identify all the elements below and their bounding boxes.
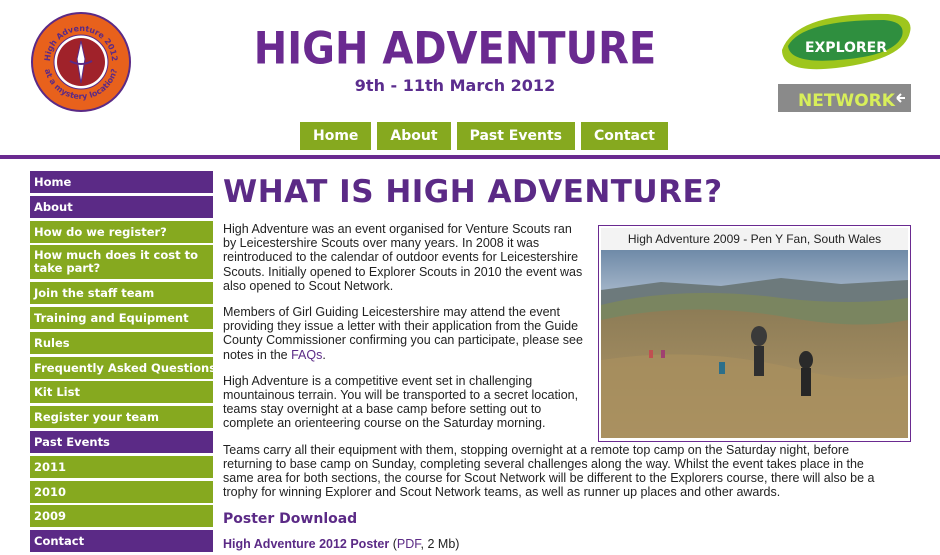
sidebar-item-register-team[interactable]: Register your team	[30, 406, 213, 429]
network-logo-text: NETWORK	[798, 91, 896, 111]
competition-paragraph: High Adventure is a competitive event se…	[223, 373, 579, 431]
sidebar-item-cost[interactable]: How much does it cost to take part?	[30, 245, 213, 280]
nav-past-events-button[interactable]: Past Events	[456, 122, 575, 150]
guiding-paragraph: Members of Girl Guiding Leicestershire m…	[223, 305, 588, 362]
sidebar-item-2009[interactable]: 2009	[30, 505, 213, 528]
faqs-link[interactable]: FAQs	[291, 348, 322, 362]
sidebar-item-home[interactable]: Home	[30, 171, 213, 193]
sidebar-item-2011[interactable]: 2011	[30, 455, 213, 478]
site-title: HIGH ADVENTURE	[253, 23, 657, 75]
title-block: HIGH ADVENTURE 9th - 11th March 2012	[240, 22, 670, 95]
sidebar-item-how-register[interactable]: How do we register?	[30, 220, 213, 243]
sidebar-item-training-equipment[interactable]: Training and Equipment	[30, 306, 213, 329]
high-adventure-badge[interactable]: High Adventure 2012 at a mystery locatio…	[30, 11, 132, 113]
sidebar-item-staff-team[interactable]: Join the staff team	[30, 282, 213, 305]
explorer-network-logo[interactable]: EXPLORER NETWORK	[776, 10, 916, 112]
sidebar-item-contact[interactable]: Contact	[30, 530, 213, 553]
poster-size: , 2 Mb)	[420, 537, 460, 552]
sidebar-item-past-events[interactable]: Past Events	[30, 430, 213, 453]
header-divider	[0, 155, 940, 159]
sidebar-item-about[interactable]: About	[30, 195, 213, 218]
event-dates: 9th - 11th March 2012	[354, 76, 556, 95]
guiding-text-end: .	[322, 347, 326, 362]
poster-download-heading: Poster Download	[223, 511, 358, 528]
photo-frame: High Adventure 2009 - Pen Y Fan, South W…	[598, 225, 911, 442]
poster-pdf-link[interactable]: PDF	[397, 537, 421, 551]
site-header: High Adventure 2012 at a mystery locatio…	[0, 0, 940, 156]
top-navigation: Home About Past Events Contact	[300, 122, 668, 150]
photo-caption: High Adventure 2009 - Pen Y Fan, South W…	[601, 228, 908, 250]
intro-paragraph: High Adventure was an event organised fo…	[223, 222, 583, 293]
sidebar-item-kit-list[interactable]: Kit List	[30, 381, 213, 404]
hikers-photo	[601, 250, 908, 438]
guiding-text: Members of Girl Guiding Leicestershire m…	[223, 305, 583, 362]
sidebar-item-rules[interactable]: Rules	[30, 331, 213, 354]
sidebar-item-faq[interactable]: Frequently Asked Questions	[30, 356, 213, 379]
nav-home-button[interactable]: Home	[300, 122, 372, 150]
explorer-logo-text: EXPLORER	[805, 40, 887, 56]
sidebar-item-2010[interactable]: 2010	[30, 480, 213, 503]
poster-link[interactable]: High Adventure 2012 Poster	[223, 537, 389, 551]
nav-about-button[interactable]: About	[377, 122, 451, 150]
nav-contact-button[interactable]: Contact	[580, 122, 668, 150]
poster-download-line: High Adventure 2012 Poster (PDF, 2 Mb)	[223, 537, 913, 551]
sidebar-menu: Home About How do we register? How much …	[30, 171, 213, 555]
equipment-paragraph: Teams carry all their equipment with the…	[223, 442, 875, 500]
poster-open-paren: (	[389, 537, 397, 552]
page-title: WHAT IS HIGH ADVENTURE?	[223, 174, 723, 210]
